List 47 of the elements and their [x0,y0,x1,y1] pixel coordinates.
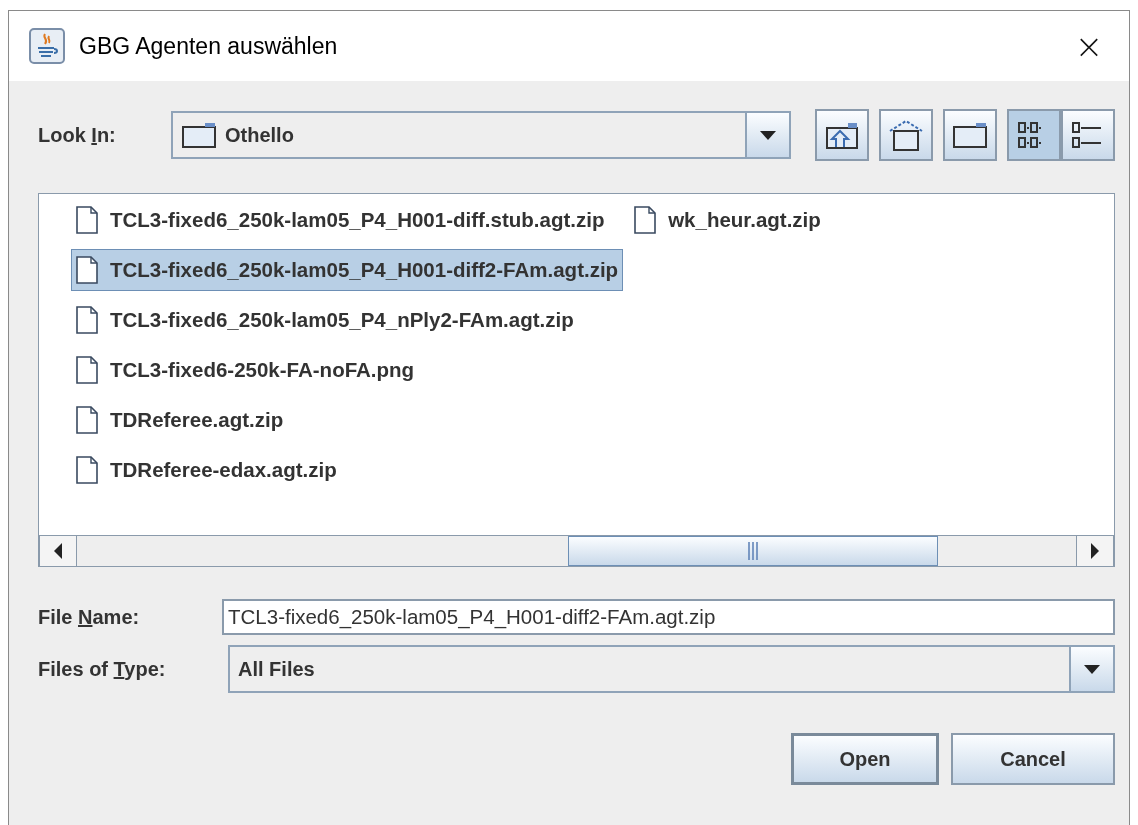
view-toggle-button[interactable] [1007,109,1061,161]
right-arrow-icon [1089,541,1101,561]
file-icon [76,206,98,234]
cancel-button[interactable]: Cancel [951,733,1115,785]
file-icon [76,406,98,434]
home-icon [887,118,925,152]
horizontal-scrollbar[interactable] [39,535,1114,566]
file-name-label: File Name: [38,605,141,629]
file-item[interactable]: TDReferee-edax.agt.zip [71,449,624,491]
file-item[interactable]: TCL3-fixed6_250k-lam05_P4_H001-diff2-FAm.agt.zip [71,249,624,291]
folder-up-icon [824,120,860,150]
caret-icon [1082,662,1102,676]
file-type-dropdown[interactable]: All Files [228,645,1115,693]
file-icon [76,356,98,384]
open-button[interactable]: Open [791,733,939,785]
scroll-right-button[interactable] [1076,536,1114,566]
coffee-cup-icon [29,28,65,64]
file-type-value: All Files [238,657,315,681]
file-item[interactable]: TDReferee.agt.zip [71,399,624,441]
file-item[interactable]: TCL3-fixed6_250k-lam05_P4_nPly2-FAm.agt.zip [71,299,624,341]
view-toggle-button[interactable] [1061,109,1115,161]
scrollbar-thumb[interactable] [568,536,938,566]
window-title: GBG Agenten auswählen [79,32,339,60]
folder-name: Othello [225,123,294,147]
file-type-label: Files of Type: [38,657,167,681]
toolbar-button[interactable] [879,109,933,161]
toolbar-button[interactable] [815,109,869,161]
scroll-left-button[interactable] [39,536,77,566]
left-arrow-icon [52,541,64,561]
look-in-dropdown[interactable]: Othello [171,111,791,159]
close-button[interactable]: × [1049,11,1129,81]
file-item[interactable]: TCL3-fixed6_250k-lam05_P4_H001-diff.stub.agt.zip [71,199,624,241]
look-in-label: Look In: [38,123,117,147]
caret-icon [758,128,778,142]
file-icon [76,256,98,284]
toolbar-button[interactable] [943,109,997,161]
file-item[interactable]: wk_heur.agt.zip [629,199,826,241]
file-icon [76,456,98,484]
grip-icon [747,542,759,560]
file-name-field[interactable]: TCL3-fixed6_250k-lam05_P4_H001-diff2-FAm.agt.zip [222,599,1115,635]
dropdown-button[interactable] [1069,647,1113,691]
file-icon [76,306,98,334]
dropdown-button[interactable] [745,113,789,157]
file-item[interactable]: TCL3-fixed6-250k-FA-noFA.png [71,349,624,391]
file-icon [634,206,657,234]
folder-icon [952,121,988,149]
folder-icon [181,121,217,149]
